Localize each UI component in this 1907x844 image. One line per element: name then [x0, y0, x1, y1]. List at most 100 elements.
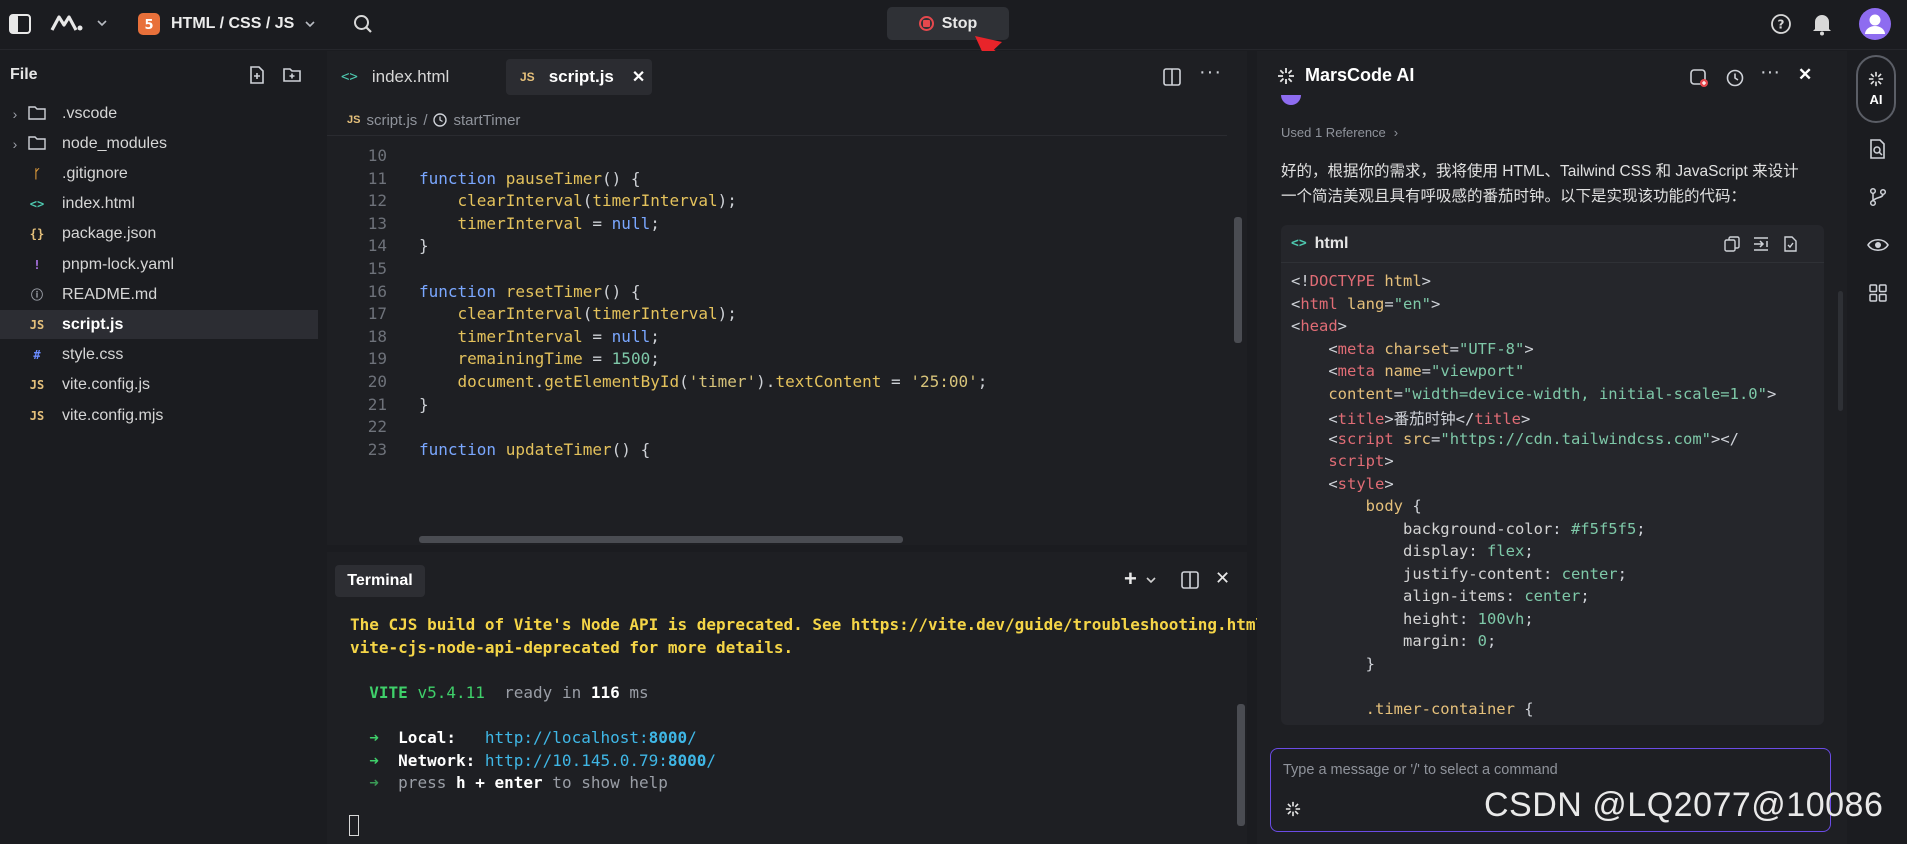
line-number: 23	[367, 439, 387, 459]
ai-rail-label: AI	[1869, 92, 1883, 107]
file-tree-item[interactable]: JS vite.config.js	[0, 371, 318, 400]
search-button[interactable]	[352, 13, 374, 35]
line-number: 22	[367, 417, 387, 437]
code-block-line: height: 100vh;	[1291, 609, 1534, 628]
terminal-line: ➜ press h + enter to show help	[350, 773, 668, 793]
preview-eye-icon[interactable]	[1867, 235, 1889, 255]
line-number: 17	[367, 304, 387, 324]
notifications-button[interactable]	[1811, 12, 1833, 36]
close-terminal-icon[interactable]: ✕	[1215, 568, 1230, 589]
extensions-grid-icon[interactable]	[1868, 283, 1888, 303]
folder-icon	[26, 135, 48, 153]
ai-rail-button[interactable]: AI	[1856, 55, 1896, 123]
code-block-line: <title>番茄时钟</title>	[1291, 410, 1531, 428]
project-name: HTML / CSS / JS	[171, 15, 295, 32]
editor-horizontal-scrollbar[interactable]	[419, 536, 903, 543]
code-block-line: <!DOCTYPE html>	[1291, 272, 1432, 290]
close-tab-icon[interactable]: ✕	[632, 67, 645, 87]
line-number: 10	[367, 146, 387, 165]
split-terminal-icon[interactable]	[1181, 571, 1199, 589]
file-tree-item[interactable]: ! pnpm-lock.yaml	[0, 250, 318, 279]
git-branch-icon[interactable]	[1868, 187, 1888, 207]
more-icon[interactable]: ···	[1199, 61, 1222, 84]
marscode-logo-menu[interactable]	[50, 12, 108, 34]
toggle-sidebar-button[interactable]	[8, 12, 32, 36]
file-tree-item[interactable]: {} package.json	[0, 220, 318, 249]
tab-terminal[interactable]: Terminal	[335, 565, 425, 597]
file-tree-item[interactable]: ᚴ .gitignore	[0, 159, 318, 188]
terminal-scrollbar[interactable]	[1237, 704, 1245, 826]
reference-label: Used 1 Reference	[1281, 125, 1386, 140]
response-line: 一个简洁美观且具有呼吸感的番茄时钟。以下是实现该功能的代码：	[1281, 188, 1747, 205]
file-name: node_modules	[62, 134, 167, 152]
file-tree-item[interactable]: # style.css	[0, 341, 318, 370]
code-block-line: justify-content: center;	[1291, 564, 1627, 583]
new-folder-icon[interactable]	[282, 65, 302, 85]
watermark: CSDN @LQ2077@10086	[1484, 786, 1884, 824]
terminal-panel: Terminal + ✕ The CJS build of Vite's Nod…	[327, 552, 1275, 844]
file-tree-item[interactable]: JS script.js	[0, 310, 318, 340]
line-content: }	[419, 394, 429, 414]
chevron-down-icon[interactable]	[1145, 574, 1157, 586]
new-file-icon[interactable]	[247, 65, 267, 85]
more-icon[interactable]: ···	[1760, 61, 1780, 84]
file-name: vite.config.js	[62, 376, 151, 394]
code-icon: <>	[29, 197, 45, 212]
close-panel-icon[interactable]: ✕	[1798, 65, 1812, 85]
chevron-right-icon: ›	[12, 135, 18, 152]
exclaim-icon: !	[33, 257, 41, 272]
code-block-line: <meta charset="UTF-8">	[1291, 339, 1534, 358]
file-tree-item[interactable]: › node_modules	[0, 129, 318, 158]
code-block-line: <head>	[1291, 317, 1348, 335]
line-number: 16	[367, 281, 387, 301]
function-symbol-icon	[433, 113, 448, 127]
git-icon: ᚴ	[33, 166, 41, 181]
line-content: document.getElementById('timer').textCon…	[457, 372, 988, 391]
file-name: style.css	[62, 346, 124, 364]
reference-toggle[interactable]: Used 1 Reference ›	[1281, 125, 1398, 140]
split-editor-icon[interactable]	[1163, 68, 1181, 86]
chat-input-placeholder: Type a message or '/' to select a comman…	[1283, 762, 1558, 778]
insert-code-icon[interactable]	[1753, 236, 1769, 252]
breadcrumb-file[interactable]: script.js	[366, 112, 417, 129]
code-icon: <>	[1291, 236, 1307, 251]
file-tree-item[interactable]: › .vscode	[0, 99, 318, 128]
add-terminal-icon[interactable]: +	[1124, 566, 1137, 592]
editor-vertical-scrollbar[interactable]	[1234, 217, 1242, 343]
file-name: README.md	[62, 285, 158, 303]
tab-label: script.js	[548, 67, 614, 86]
ai-assistant-panel: MarsCode AI ··· ✕ Used 1 Reference › 好的，…	[1257, 51, 1847, 844]
ai-scrollbar[interactable]	[1838, 291, 1843, 411]
user-avatar[interactable]	[1859, 8, 1891, 40]
new-chat-icon[interactable]	[1689, 68, 1709, 88]
copy-icon[interactable]	[1724, 236, 1740, 252]
tab-script-js[interactable]: JS script.js ✕	[506, 59, 652, 95]
breadcrumb-symbol[interactable]: startTimer	[453, 112, 520, 129]
file-tree-item[interactable]: JS vite.config.mjs	[0, 401, 318, 430]
stop-icon	[918, 16, 934, 31]
file-tree-item[interactable]: <> index.html	[0, 190, 318, 219]
chevron-right-icon: ›	[12, 105, 18, 122]
code-block-line: <html lang="en">	[1291, 294, 1441, 313]
code-area[interactable]: 10 11 function pauseTimer() {12 clearInter…	[327, 136, 1227, 531]
code-block-line: .timer-container {	[1291, 699, 1534, 718]
help-button[interactable]: ?	[1770, 13, 1792, 35]
history-icon[interactable]	[1725, 68, 1745, 88]
sparkle-icon[interactable]	[1285, 801, 1301, 817]
line-number: 11	[367, 168, 387, 188]
search-document-icon[interactable]	[1868, 139, 1888, 159]
tab-index-html[interactable]: <> index.html	[341, 59, 481, 95]
code-block-line: align-items: center;	[1291, 587, 1590, 605]
explorer-title: File	[10, 66, 38, 83]
file-tree-item[interactable]: ⓘ README.md	[0, 280, 318, 309]
terminal-line: VITE v5.4.11 ready in 116 ms	[350, 682, 649, 702]
apply-file-icon[interactable]	[1782, 236, 1798, 252]
terminal-line: ➜ Network: http://10.145.0.79:8000/	[350, 750, 717, 770]
file-name: package.json	[62, 225, 157, 243]
file-name: .vscode	[62, 104, 118, 122]
project-selector[interactable]: 5 HTML / CSS / JS	[137, 12, 316, 36]
breadcrumb-separator: /	[423, 111, 428, 129]
right-activity-rail: AI	[1850, 51, 1907, 844]
chevron-down-icon	[304, 18, 316, 30]
js-icon: JS	[29, 378, 45, 393]
